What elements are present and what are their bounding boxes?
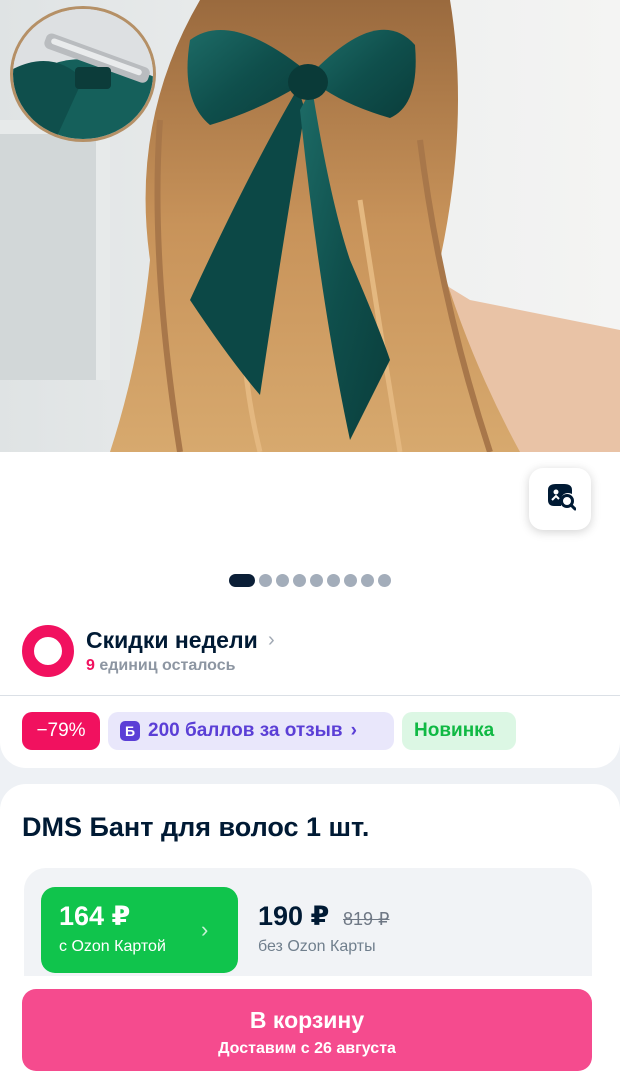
ozon-card-price-button[interactable]: 164 ₽ с Ozon Картой › bbox=[41, 887, 238, 973]
discount-badge: −79% bbox=[22, 712, 100, 750]
bonus-points-icon: Б bbox=[120, 721, 140, 741]
old-price: 819 ₽ bbox=[343, 909, 390, 929]
gallery-dot-active[interactable] bbox=[229, 574, 255, 587]
new-badge: Новинка bbox=[402, 712, 516, 750]
remaining-count: 9 bbox=[86, 657, 95, 674]
remaining-text: единиц осталось bbox=[99, 657, 236, 674]
promo-title: Скидки недели bbox=[86, 627, 258, 653]
regular-price-label: без Ozon Карты bbox=[258, 938, 376, 955]
promo-subtitle: 9 единиц осталось bbox=[86, 657, 235, 675]
clip-detail-inset bbox=[10, 6, 156, 142]
gallery-dot[interactable] bbox=[259, 574, 272, 587]
chevron-right-icon: › bbox=[201, 917, 209, 942]
regular-price: 190 ₽ bbox=[258, 901, 330, 931]
review-bonus-badge[interactable]: Б 200 баллов за отзыв › bbox=[108, 712, 394, 750]
gallery-dot[interactable] bbox=[344, 574, 357, 587]
add-to-cart-button[interactable]: В корзину Доставим с 26 августа bbox=[22, 989, 592, 1071]
review-bonus-text: 200 баллов за отзыв bbox=[148, 720, 343, 741]
chevron-right-icon: › bbox=[268, 629, 275, 651]
sale-ring-icon bbox=[22, 625, 74, 677]
ozon-card-label: с Ozon Картой bbox=[59, 938, 166, 955]
weekly-sale-promo[interactable]: Скидки недели › 9 единиц осталось bbox=[22, 625, 602, 681]
gallery-dot[interactable] bbox=[310, 574, 323, 587]
ozon-card-price: 164 ₽ bbox=[59, 901, 131, 931]
divider bbox=[0, 695, 620, 696]
chevron-right-icon: › bbox=[350, 720, 357, 741]
gallery-dot[interactable] bbox=[293, 574, 306, 587]
product-title: DMS Бант для волос 1 шт. bbox=[22, 812, 370, 842]
delivery-date: Доставим с 26 августа bbox=[218, 1040, 396, 1057]
image-search-button[interactable] bbox=[529, 468, 591, 530]
gallery-pagination[interactable] bbox=[0, 574, 620, 587]
gallery-dot[interactable] bbox=[276, 574, 289, 587]
image-search-icon bbox=[544, 482, 577, 517]
gallery-dot[interactable] bbox=[378, 574, 391, 587]
gallery-dot[interactable] bbox=[327, 574, 340, 587]
add-to-cart-label: В корзину bbox=[249, 1007, 365, 1033]
gallery-dot[interactable] bbox=[361, 574, 374, 587]
